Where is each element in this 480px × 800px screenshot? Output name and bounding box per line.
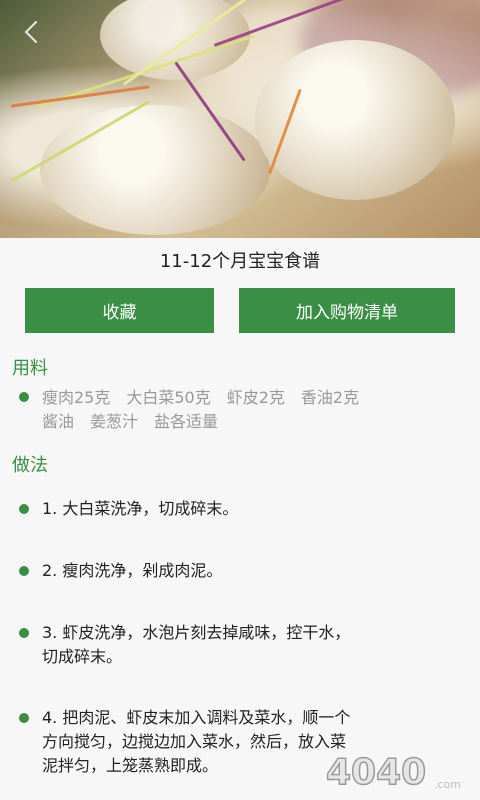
method-step-1: 1. 大白菜洗净，切成碎末。 [42, 497, 462, 521]
bullet-dot-icon [19, 504, 29, 514]
method-step-line: 4. 把肉泥、虾皮末加入调料及菜水，顺一个 [42, 708, 351, 727]
ingredients-heading: 用料 [12, 358, 48, 379]
method-step-line: 2. 瘦肉洗净，剁成肉泥。 [42, 561, 223, 580]
watermark-suffix: .com [434, 778, 461, 791]
back-chevron-left-icon[interactable] [24, 20, 48, 44]
ingredients-list: 瘦肉25克 大白菜50克 虾皮2克 香油2克 酱油 姜葱汁 盐各适量 [42, 386, 472, 434]
watermark-brand: 4040 [326, 752, 426, 793]
bullet-dot-icon [19, 628, 29, 638]
watermark-logo: 4040 .com [325, 751, 461, 794]
ingredients-line-1: 瘦肉25克 大白菜50克 虾皮2克 香油2克 [42, 388, 360, 407]
method-step-line: 3. 虾皮洗净，水泡片刻去掉咸味，控干水， [42, 623, 351, 642]
bullet-dot-icon [19, 566, 29, 576]
method-step-line: 切成碎末。 [42, 647, 123, 666]
favorite-button[interactable]: 收藏 [25, 288, 214, 333]
bullet-dot-icon [19, 392, 29, 402]
method-step-2: 2. 瘦肉洗净，剁成肉泥。 [42, 559, 462, 583]
bullet-dot-icon [19, 713, 29, 723]
add-to-shopping-list-button[interactable]: 加入购物清单 [239, 288, 455, 333]
method-step-line: 1. 大白菜洗净，切成碎末。 [42, 499, 239, 518]
recipe-title: 11-12个月宝宝食谱 [159, 251, 321, 272]
recipe-hero-image [0, 0, 480, 238]
method-heading: 做法 [12, 455, 48, 476]
ingredients-line-2: 酱油 姜葱汁 盐各适量 [42, 412, 219, 431]
method-step-3: 3. 虾皮洗净，水泡片刻去掉咸味，控干水， 切成碎末。 [42, 621, 462, 669]
